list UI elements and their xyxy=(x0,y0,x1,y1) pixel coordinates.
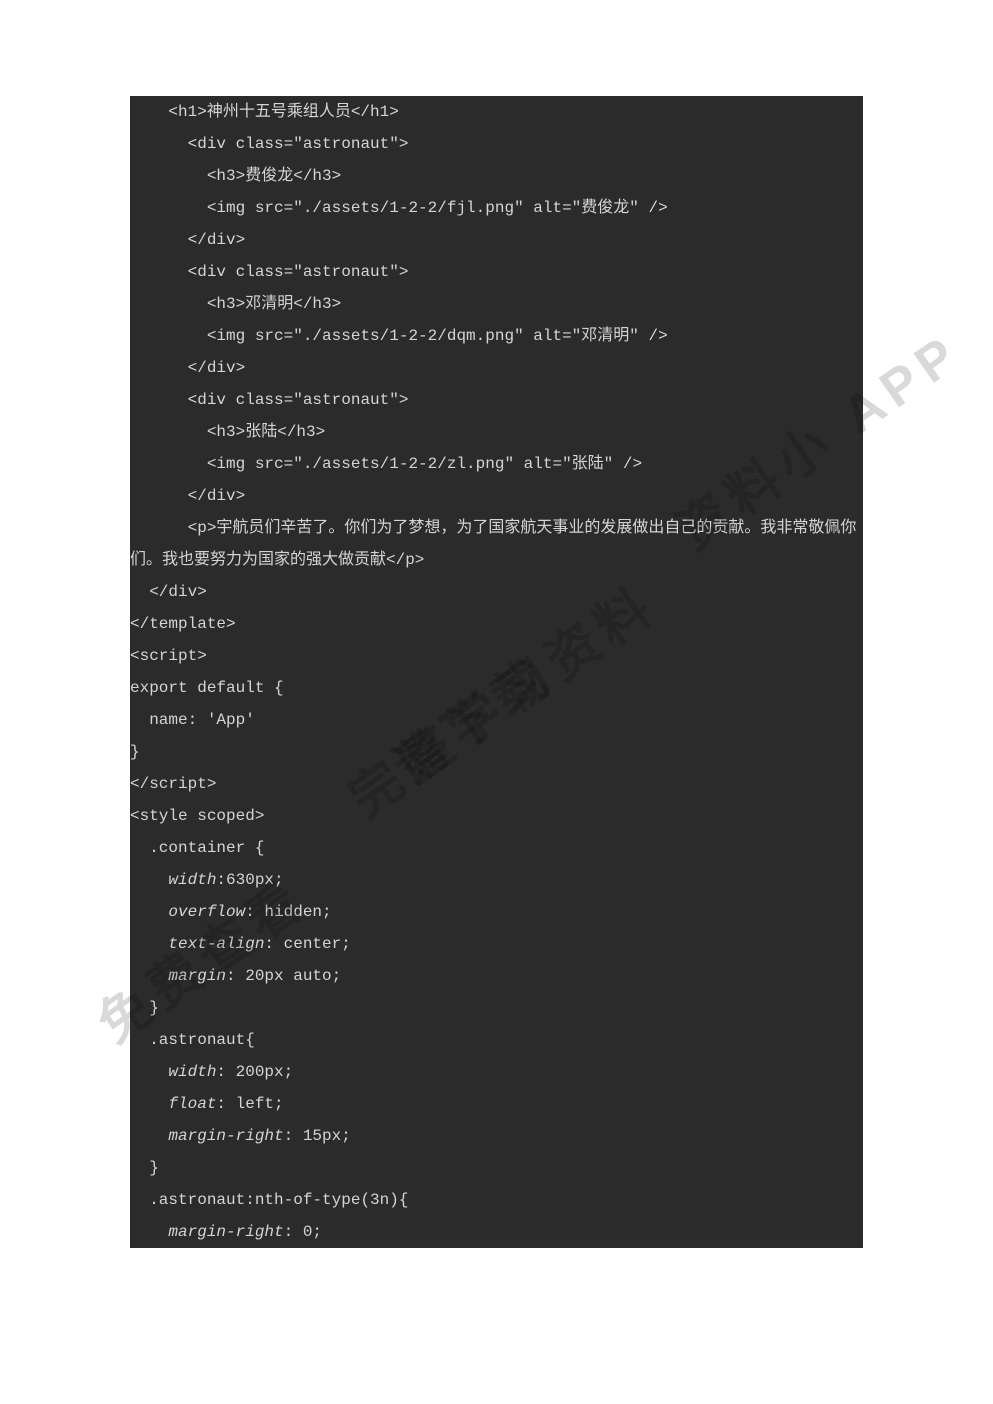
code-line: } xyxy=(130,736,863,768)
code-line: <script> xyxy=(130,640,863,672)
code-line: <div class="astronaut"> xyxy=(130,256,863,288)
code-line: <style scoped> xyxy=(130,800,863,832)
code-line: </template> xyxy=(130,608,863,640)
code-line: } xyxy=(130,992,863,1024)
code-line: </script> xyxy=(130,768,863,800)
code-line: <img src="./assets/1-2-2/dqm.png" alt="邓… xyxy=(130,320,863,352)
code-line: <img src="./assets/1-2-2/zl.png" alt="张陆… xyxy=(130,448,863,480)
code-block: <h1>神州十五号乘组人员</h1> <div class="astronaut… xyxy=(130,96,863,1248)
code-line: </div> xyxy=(130,576,863,608)
code-line: name: 'App' xyxy=(130,704,863,736)
code-line: margin: 20px auto; xyxy=(130,960,863,992)
code-line: overflow: hidden; xyxy=(130,896,863,928)
code-line: </div> xyxy=(130,480,863,512)
code-line: .container { xyxy=(130,832,863,864)
code-container: <h1>神州十五号乘组人员</h1> <div class="astronaut… xyxy=(130,96,863,1248)
code-line: <div class="astronaut"> xyxy=(130,384,863,416)
code-line: text-align: center; xyxy=(130,928,863,960)
code-line: <p>宇航员们辛苦了。你们为了梦想，为了国家航天事业的发展做出自己的贡献。我非常… xyxy=(130,512,863,576)
code-line: margin-right: 15px; xyxy=(130,1120,863,1152)
code-line: <h1>神州十五号乘组人员</h1> xyxy=(130,96,863,128)
code-line: <img src="./assets/1-2-2/fjl.png" alt="费… xyxy=(130,192,863,224)
code-line: </div> xyxy=(130,224,863,256)
code-line: .astronaut:nth-of-type(3n){ xyxy=(130,1184,863,1216)
code-line: </div> xyxy=(130,352,863,384)
code-line: } xyxy=(130,1152,863,1184)
code-line: width:630px; xyxy=(130,864,863,896)
code-line: export default { xyxy=(130,672,863,704)
code-line: width: 200px; xyxy=(130,1056,863,1088)
code-line: .astronaut{ xyxy=(130,1024,863,1056)
code-line: <h3>费俊龙</h3> xyxy=(130,160,863,192)
code-line: margin-right: 0; xyxy=(130,1216,863,1248)
code-line: float: left; xyxy=(130,1088,863,1120)
code-line: <h3>邓清明</h3> xyxy=(130,288,863,320)
code-line: <div class="astronaut"> xyxy=(130,128,863,160)
code-line: <h3>张陆</h3> xyxy=(130,416,863,448)
